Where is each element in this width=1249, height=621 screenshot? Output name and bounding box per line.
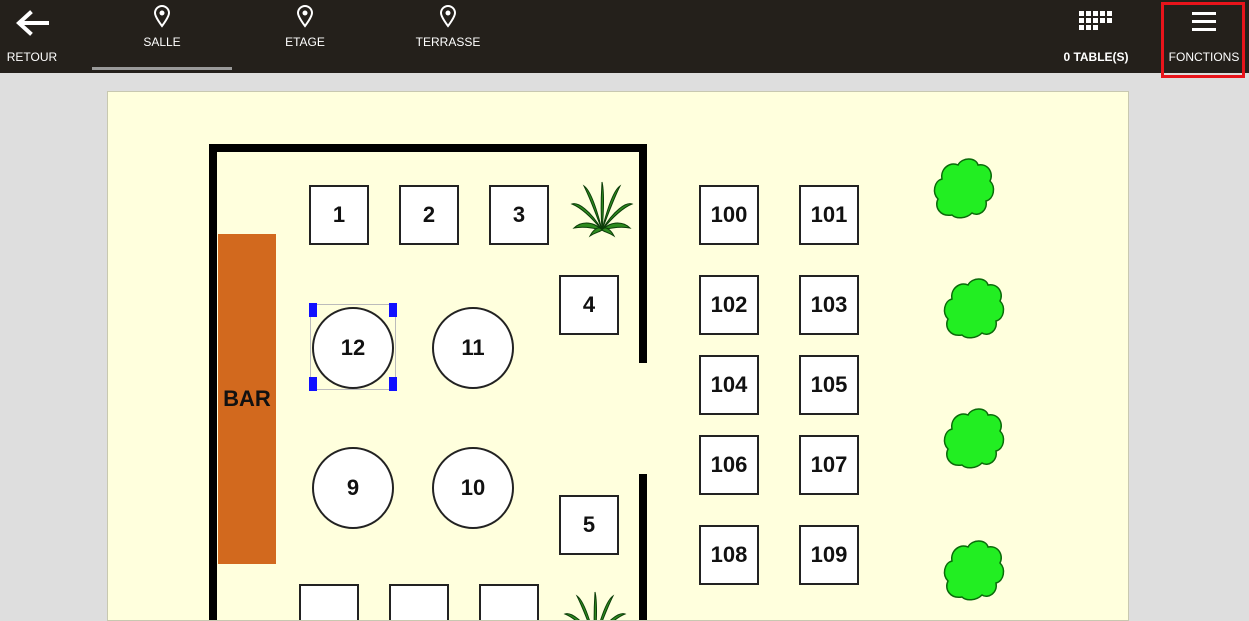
location-pin-icon <box>296 5 314 28</box>
table-partial[interactable] <box>299 584 359 620</box>
table-9[interactable]: 9 <box>312 447 394 529</box>
functions-button[interactable]: FONCTIONS <box>1164 0 1244 73</box>
tables-button[interactable]: 0 TABLE(S) <box>1050 0 1142 73</box>
table-partial[interactable] <box>389 584 449 620</box>
table-4[interactable]: 4 <box>559 275 619 335</box>
functions-label: FONCTIONS <box>1168 50 1240 64</box>
table-101[interactable]: 101 <box>799 185 859 245</box>
table-103[interactable]: 103 <box>799 275 859 335</box>
wall-right-lower <box>639 474 647 620</box>
wall-top <box>209 144 647 152</box>
location-pin-icon <box>153 5 171 28</box>
tab-etage[interactable]: ETAGE <box>235 0 375 73</box>
back-label: RETOUR <box>6 50 58 64</box>
table-109[interactable]: 109 <box>799 525 859 585</box>
table-11[interactable]: 11 <box>432 307 514 389</box>
table-10[interactable]: 10 <box>432 447 514 529</box>
table-102[interactable]: 102 <box>699 275 759 335</box>
table-107[interactable]: 107 <box>799 435 859 495</box>
resize-handle[interactable] <box>309 377 317 391</box>
tab-terrasse-label: TERRASSE <box>415 35 481 49</box>
bar-label: BAR <box>223 386 271 411</box>
table-5[interactable]: 5 <box>559 495 619 555</box>
wall-right-upper <box>639 144 647 363</box>
table-104[interactable]: 104 <box>699 355 759 415</box>
bush-icon <box>943 540 1005 601</box>
table-100[interactable]: 100 <box>699 185 759 245</box>
tab-salle[interactable]: SALLE <box>92 0 232 73</box>
table-1[interactable]: 1 <box>309 185 369 245</box>
bar-counter: BAR <box>218 234 276 564</box>
hamburger-menu-icon <box>1192 12 1216 31</box>
palm-plant-icon <box>570 181 634 238</box>
wall-left <box>209 144 217 620</box>
grid-icon <box>1079 11 1112 30</box>
tab-terrasse[interactable]: TERRASSE <box>378 0 518 73</box>
back-button[interactable]: RETOUR <box>0 0 64 73</box>
table-12[interactable]: 12 <box>312 307 394 389</box>
tab-etage-label: ETAGE <box>285 35 325 49</box>
tables-count-label: 0 TABLE(S) <box>1063 50 1129 64</box>
table-106[interactable]: 106 <box>699 435 759 495</box>
table-105[interactable]: 105 <box>799 355 859 415</box>
top-toolbar: RETOUR SALLE ETAGE TERRASSE 0 TABLE(S) F… <box>0 0 1249 73</box>
arrow-left-icon <box>16 10 49 36</box>
palm-plant-icon <box>563 591 627 620</box>
resize-handle[interactable] <box>389 303 397 317</box>
tab-salle-label: SALLE <box>143 35 181 49</box>
location-pin-icon <box>439 5 457 28</box>
table-3[interactable]: 3 <box>489 185 549 245</box>
floor-plan: BAR 1 2 3 4 5 9 10 11 12 100 101 102 103… <box>107 91 1129 621</box>
table-2[interactable]: 2 <box>399 185 459 245</box>
resize-handle[interactable] <box>309 303 317 317</box>
active-tab-indicator <box>92 67 232 70</box>
table-partial[interactable] <box>479 584 539 620</box>
resize-handle[interactable] <box>389 377 397 391</box>
bush-icon <box>933 158 995 219</box>
bush-icon <box>943 278 1005 339</box>
bush-icon <box>943 408 1005 469</box>
table-108[interactable]: 108 <box>699 525 759 585</box>
